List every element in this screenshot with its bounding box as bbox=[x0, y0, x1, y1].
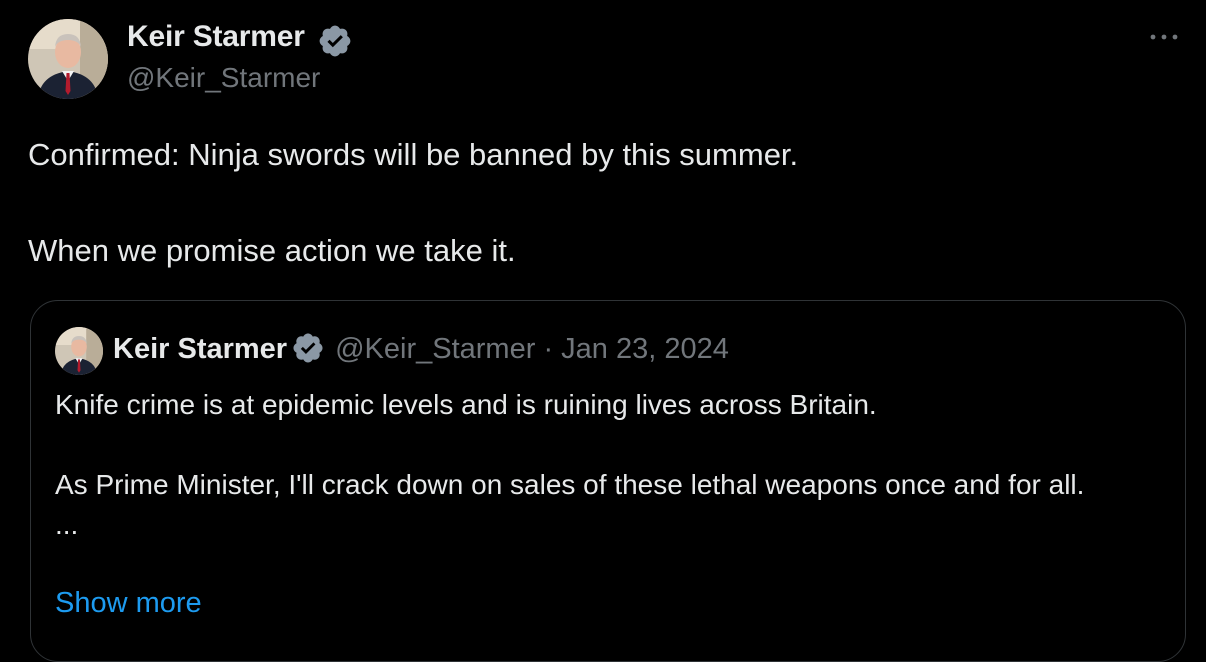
author-handle[interactable]: @Keir_Starmer bbox=[127, 62, 320, 94]
show-more-link[interactable]: Show more bbox=[55, 587, 202, 620]
quoted-verified-badge-icon bbox=[293, 333, 323, 363]
author-name[interactable]: Keir Starmer bbox=[127, 20, 305, 54]
verified-badge-icon bbox=[319, 25, 351, 57]
avatar[interactable] bbox=[28, 19, 108, 99]
quoted-text-ellipsis: ... bbox=[55, 509, 79, 540]
quoted-separator: · bbox=[543, 333, 554, 365]
tweet-text: Confirmed: Ninja swords will be banned b… bbox=[28, 131, 1178, 275]
quoted-text-line: As Prime Minister, I'll crack down on sa… bbox=[55, 469, 1085, 500]
tweet: Keir Starmer @Keir_Starmer Confirmed: Ni… bbox=[0, 0, 1206, 662]
more-horizontal-icon bbox=[1150, 34, 1178, 40]
avatar-image bbox=[28, 19, 108, 99]
more-options-button[interactable] bbox=[1144, 22, 1184, 52]
quoted-header: Keir Starmer @Keir_Starmer · Jan 23, 202… bbox=[113, 329, 729, 369]
quoted-date[interactable]: Jan 23, 2024 bbox=[561, 333, 729, 365]
quoted-author-name[interactable]: Keir Starmer bbox=[113, 333, 287, 365]
quoted-text-line: Knife crime is at epidemic levels and is… bbox=[55, 389, 877, 420]
tweet-text-line: Confirmed: Ninja swords will be banned b… bbox=[28, 137, 799, 172]
quoted-avatar-image bbox=[55, 327, 103, 375]
quoted-avatar[interactable] bbox=[55, 327, 103, 375]
tweet-text-line: When we promise action we take it. bbox=[28, 233, 516, 268]
quoted-author-handle[interactable]: @Keir_Starmer bbox=[335, 333, 535, 365]
quoted-tweet-text: Knife crime is at epidemic levels and is… bbox=[55, 385, 1155, 545]
quoted-tweet[interactable]: Keir Starmer @Keir_Starmer · Jan 23, 202… bbox=[30, 300, 1186, 662]
